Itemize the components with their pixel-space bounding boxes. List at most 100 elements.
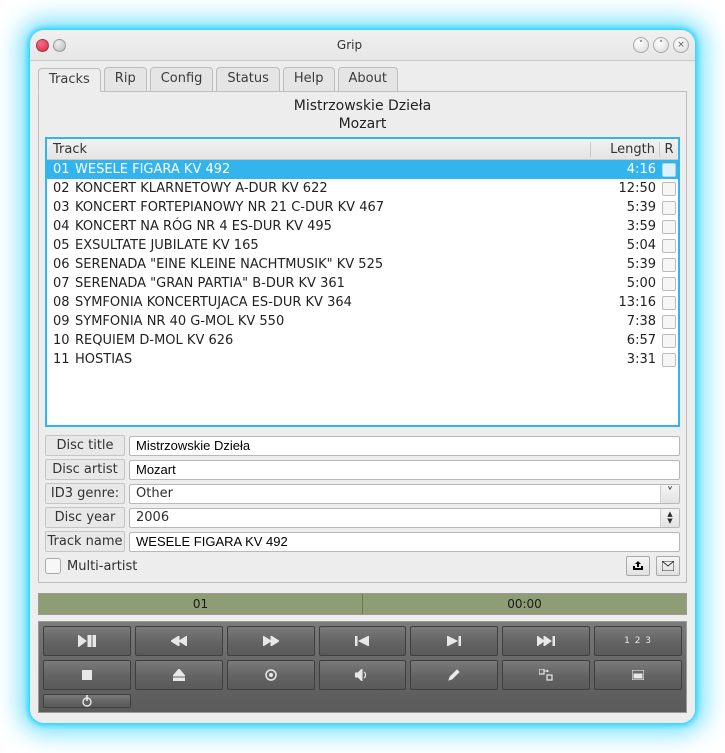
- play-pause-button[interactable]: [43, 626, 131, 656]
- track-list[interactable]: Track Length R 01WESELE FIGARA KV 4924:1…: [45, 137, 680, 427]
- tab-status[interactable]: Status: [216, 67, 279, 91]
- table-row[interactable]: 09SYMFONIA NR 40 G-MOL KV 5507:38: [47, 312, 678, 331]
- track-number: 02: [53, 181, 75, 196]
- prev-track-button[interactable]: [319, 626, 407, 656]
- rewind-icon: [171, 636, 187, 646]
- table-row[interactable]: 06SERENADA "EINE KLEINE NACHTMUSIK" KV 5…: [47, 255, 678, 274]
- disc-title-input[interactable]: [129, 436, 680, 456]
- rip-checkbox[interactable]: [662, 315, 676, 329]
- eject-button[interactable]: [135, 660, 223, 690]
- export-icon: [632, 561, 644, 571]
- compact-button[interactable]: [594, 660, 682, 690]
- table-row[interactable]: 08SYMFONIA KONCERTUJACA ES-DUR KV 36413:…: [47, 293, 678, 312]
- forward-button[interactable]: [227, 626, 315, 656]
- power-button[interactable]: [43, 694, 131, 708]
- track-cell: 05EXSULTATE JUBILATE KV 165: [47, 238, 592, 253]
- spin-buttons[interactable]: ▲▼: [660, 509, 679, 527]
- table-row[interactable]: 11HOSTIAS3:31: [47, 350, 678, 369]
- window-close-button[interactable]: [36, 39, 49, 52]
- compact-icon: [632, 670, 644, 680]
- volume-button[interactable]: [319, 660, 407, 690]
- rip-checkbox[interactable]: [662, 334, 676, 348]
- disc-year-spin[interactable]: 2006 ▲▼: [129, 508, 680, 528]
- track-title: SERENADA "EINE KLEINE NACHTMUSIK" KV 525: [75, 257, 383, 272]
- cddb-submit-button[interactable]: [626, 556, 650, 576]
- shuffle-icon: [539, 669, 553, 681]
- disc-form: Disc title Disc artist ID3 genre: Other …: [45, 435, 680, 552]
- client-area: Tracks Rip Config Status Help About Mist…: [30, 61, 695, 723]
- track-title: REQUIEM D-MOL KV 626: [75, 333, 233, 348]
- disc-header: Mistrzowskie Dzieła Mozart: [45, 98, 680, 133]
- track-name-input[interactable]: [129, 532, 680, 552]
- table-row[interactable]: 10REQUIEM D-MOL KV 6266:57: [47, 331, 678, 350]
- rip-checkbox[interactable]: [662, 220, 676, 234]
- record-button[interactable]: [227, 660, 315, 690]
- tab-bar: Tracks Rip Config Status Help About: [38, 67, 687, 92]
- stop-button[interactable]: [43, 660, 131, 690]
- id3-genre-combo[interactable]: Other ˅: [129, 484, 680, 504]
- window-close-button-right[interactable]: ×: [673, 37, 689, 53]
- window-minimize-button[interactable]: ˅: [633, 37, 649, 53]
- skip-end-button[interactable]: [502, 626, 590, 656]
- track-length: 3:59: [592, 219, 660, 234]
- track-title: KONCERT KLARNETOWY A-DUR KV 622: [75, 181, 328, 196]
- table-row[interactable]: 04KONCERT NA RÓG NR 4 ES-DUR KV 4953:59: [47, 217, 678, 236]
- rip-checkbox[interactable]: [662, 296, 676, 310]
- toggle-display-button[interactable]: 1 2 3: [594, 626, 682, 656]
- track-number: 04: [53, 219, 75, 234]
- id3-genre-value: Other: [130, 485, 660, 503]
- track-title: SYMFONIA NR 40 G-MOL KV 550: [75, 314, 284, 329]
- track-rip-cell: [660, 201, 678, 215]
- track-number: 08: [53, 295, 75, 310]
- track-rip-cell: [660, 296, 678, 310]
- edit-button[interactable]: [410, 660, 498, 690]
- disc-year-value: 2006: [130, 509, 660, 527]
- window-maximize-button[interactable]: ˄: [653, 37, 669, 53]
- table-row[interactable]: 01WESELE FIGARA KV 4924:16: [47, 160, 678, 179]
- track-title: HOSTIAS: [75, 352, 132, 367]
- rip-checkbox[interactable]: [662, 201, 676, 215]
- tab-help[interactable]: Help: [283, 67, 335, 91]
- track-number: 11: [53, 352, 75, 367]
- prev-track-icon: [355, 636, 369, 646]
- mail-button[interactable]: [656, 556, 680, 576]
- col-header-track[interactable]: Track: [47, 142, 591, 157]
- label-id3-genre: ID3 genre:: [45, 483, 125, 504]
- col-header-length[interactable]: Length: [591, 142, 660, 157]
- label-disc-artist: Disc artist: [45, 459, 125, 480]
- tab-about[interactable]: About: [338, 67, 398, 91]
- rip-checkbox[interactable]: [662, 182, 676, 196]
- table-row[interactable]: 03KONCERT FORTEPIANOWY NR 21 C-DUR KV 46…: [47, 198, 678, 217]
- disc-artist-input[interactable]: [129, 460, 680, 480]
- track-rip-cell: [660, 163, 678, 177]
- table-row[interactable]: 05EXSULTATE JUBILATE KV 1655:04: [47, 236, 678, 255]
- rip-checkbox[interactable]: [662, 239, 676, 253]
- rewind-button[interactable]: [135, 626, 223, 656]
- tab-tracks[interactable]: Tracks: [38, 68, 101, 92]
- track-rip-cell: [660, 277, 678, 291]
- tab-config[interactable]: Config: [150, 67, 214, 91]
- rip-checkbox[interactable]: [662, 277, 676, 291]
- window: Grip ˅ ˄ × Tracks Rip Config Status Help…: [30, 30, 695, 723]
- rip-checkbox[interactable]: [662, 258, 676, 272]
- label-disc-year: Disc year: [45, 507, 125, 528]
- shuffle-button[interactable]: [502, 660, 590, 690]
- table-row[interactable]: 02KONCERT KLARNETOWY A-DUR KV 62212:50: [47, 179, 678, 198]
- col-header-rip[interactable]: R: [660, 142, 678, 157]
- rip-checkbox[interactable]: [662, 163, 676, 177]
- next-track-button[interactable]: [410, 626, 498, 656]
- track-cell: 08SYMFONIA KONCERTUJACA ES-DUR KV 364: [47, 295, 592, 310]
- pencil-icon: [448, 669, 460, 681]
- track-rip-cell: [660, 239, 678, 253]
- track-length: 5:04: [592, 238, 660, 253]
- window-menu-button[interactable]: [53, 39, 66, 52]
- eject-icon: [173, 669, 185, 681]
- table-row[interactable]: 07SERENADA "GRAN PARTIA" B-DUR KV 3615:0…: [47, 274, 678, 293]
- track-length: 6:57: [592, 333, 660, 348]
- track-length: 13:16: [592, 295, 660, 310]
- track-number: 09: [53, 314, 75, 329]
- track-number: 01: [53, 162, 75, 177]
- tab-rip[interactable]: Rip: [104, 67, 147, 91]
- multi-artist-checkbox[interactable]: [45, 558, 61, 574]
- rip-checkbox[interactable]: [662, 353, 676, 367]
